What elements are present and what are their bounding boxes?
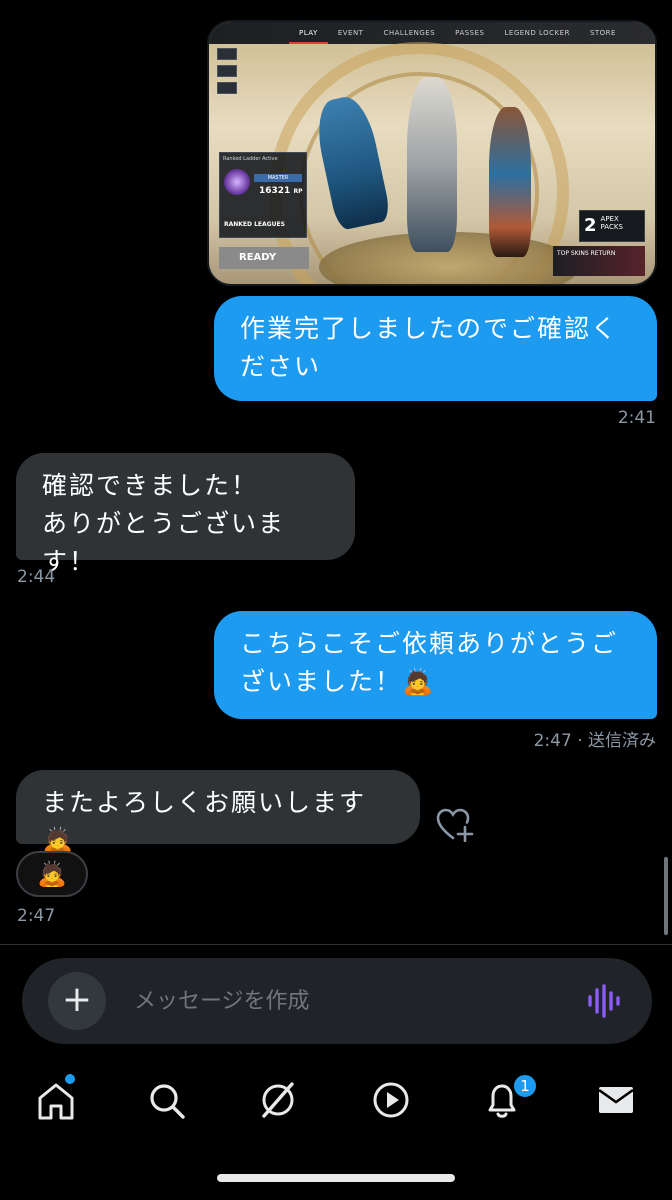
bottom-tab-bar: [0, 1068, 672, 1138]
incoming-message[interactable]: 確認できました！ ありがとうございます！: [16, 453, 355, 576]
rank-points: 16321: [259, 186, 291, 196]
voice-message-icon[interactable]: [586, 984, 622, 1018]
message-timestamp: 2:47: [17, 906, 56, 926]
packs-count: 2: [584, 215, 597, 236]
game-tab: PASSES: [455, 29, 485, 37]
message-timestamp: 2:41: [617, 408, 656, 428]
squad-avatars: [217, 48, 237, 99]
game-screenshot: PLAY EVENT CHALLENGES PASSES LEGEND LOCK…: [209, 22, 655, 284]
notification-badge: 1: [512, 1073, 538, 1099]
home-unread-dot: [65, 1074, 75, 1084]
rank-unit: RP: [293, 188, 303, 195]
game-tab: CHALLENGES: [383, 29, 436, 37]
divider: [0, 944, 672, 945]
rank-panel: Ranked Ladder Active MASTER 16321 RP RAN…: [219, 152, 307, 238]
message-timestamp: 2:44: [17, 567, 56, 587]
packs-label: APEX PACKS: [600, 215, 623, 231]
game-top-bar: PLAY EVENT CHALLENGES PASSES LEGEND LOCK…: [209, 22, 655, 44]
message-text: こちらこそご依頼ありがとうございました！🙇: [240, 629, 619, 696]
home-icon[interactable]: [36, 1078, 76, 1122]
skins-panel: TOP SKINS RETURN: [553, 246, 645, 276]
message-composer: +: [22, 958, 652, 1044]
image-attachment[interactable]: PLAY EVENT CHALLENGES PASSES LEGEND LOCK…: [207, 20, 657, 286]
reaction-emoji: 🙇: [37, 860, 67, 888]
ready-button: READY: [219, 247, 309, 269]
message-text-line: 確認できました！: [42, 471, 259, 500]
ranked-label: Ranked Ladder Active: [223, 156, 278, 162]
add-attachment-button[interactable]: +: [48, 972, 106, 1030]
reaction-pill[interactable]: 🙇: [16, 851, 88, 897]
game-tab: STORE: [589, 29, 616, 37]
add-reaction-heart-icon[interactable]: [436, 808, 474, 842]
video-icon[interactable]: [371, 1078, 411, 1122]
character-figure: [407, 77, 457, 252]
character-figure: [489, 107, 531, 257]
game-mode: RANKED LEAGUES: [224, 221, 285, 228]
scrollbar[interactable]: [664, 857, 668, 935]
mail-icon[interactable]: [596, 1078, 636, 1122]
game-tab: EVENT: [337, 29, 364, 37]
rank-badge-icon: [224, 169, 250, 195]
message-text: 作業完了しましたのでご確認ください: [240, 314, 619, 381]
outgoing-message[interactable]: こちらこそご依頼ありがとうございました！🙇: [214, 611, 657, 719]
grok-icon[interactable]: [258, 1078, 298, 1122]
game-tab: PLAY: [289, 22, 328, 44]
message-text: またよろしくお願いします🙇: [42, 788, 367, 855]
search-icon[interactable]: [147, 1078, 187, 1122]
rank-title: MASTER: [254, 174, 302, 182]
message-input[interactable]: [134, 980, 554, 1022]
game-tab: LEGEND LOCKER: [504, 29, 570, 37]
outgoing-message[interactable]: 作業完了しましたのでご確認ください: [214, 296, 657, 401]
packs-panel: 2 APEX PACKS: [579, 210, 645, 242]
message-status-timestamp: 2:47 · 送信済み: [533, 731, 656, 751]
incoming-message[interactable]: またよろしくお願いします🙇: [16, 770, 420, 855]
message-text-line: ありがとうございます！: [42, 509, 286, 576]
home-indicator[interactable]: [217, 1174, 455, 1182]
